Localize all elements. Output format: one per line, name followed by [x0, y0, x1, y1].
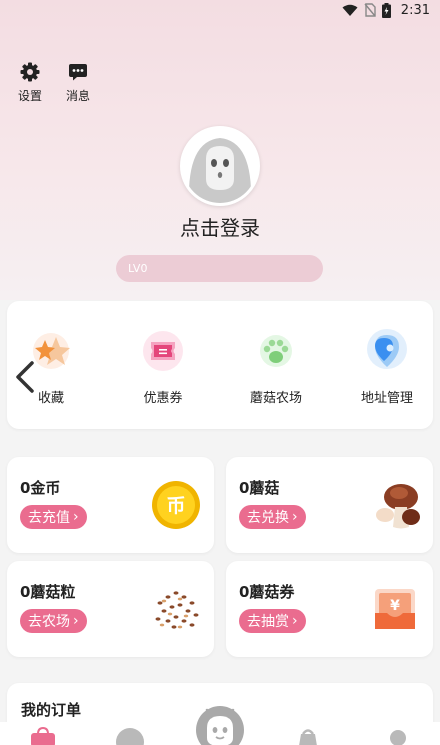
messages-label: 消息	[65, 89, 90, 103]
avatar[interactable]	[180, 126, 260, 206]
no-sim-icon	[364, 3, 376, 17]
chevron-right-icon: ›	[292, 613, 298, 629]
seeds-icon	[155, 591, 199, 629]
gift-icon[interactable]	[292, 726, 324, 745]
farm-button[interactable]: 去农场 ›	[20, 609, 87, 633]
mushrooms-title: 0蘑菇	[239, 479, 280, 497]
vouchers-title: 0蘑菇券	[239, 583, 295, 601]
orders-title: 我的订单	[21, 701, 82, 719]
settings-label: 设置	[17, 89, 42, 103]
shop-bag-icon[interactable]	[27, 726, 59, 745]
status-bar: 2:31	[0, 0, 440, 20]
voucher-symbol: ¥	[390, 598, 400, 614]
settings-button[interactable]: 设置	[14, 62, 46, 104]
menu-label: 收藏	[37, 391, 64, 406]
mascot-icon	[196, 706, 244, 745]
vouchers-card[interactable]: 0蘑菇券 去抽赏 › ¥	[226, 561, 433, 657]
message-icon	[69, 64, 87, 81]
menu-item-farm[interactable]: 蘑菇农场	[226, 329, 326, 406]
lottery-button[interactable]: 去抽赏 ›	[239, 609, 306, 633]
coins-card[interactable]: 0金币 去充值 › 币	[7, 457, 214, 553]
location-pin-icon	[367, 329, 407, 369]
recharge-button[interactable]: 去充值 ›	[20, 505, 87, 529]
lottery-label: 去抽赏	[247, 614, 289, 630]
menu-label: 优惠券	[143, 391, 183, 406]
login-link[interactable]: 点击登录	[0, 212, 440, 241]
chevron-right-icon: ›	[73, 509, 79, 525]
gear-icon	[20, 62, 40, 82]
battery-icon	[381, 2, 391, 18]
menu-label: 蘑菇农场	[249, 391, 302, 406]
menu-item-coupons[interactable]: 优惠券	[113, 329, 213, 406]
mushrooms-card[interactable]: 0蘑菇 去兑换 ›	[226, 457, 433, 553]
mushroom-icon	[376, 484, 420, 529]
level-progress-bar: LV0	[116, 255, 323, 282]
chevron-right-icon: ›	[292, 509, 298, 525]
discover-icon[interactable]	[114, 726, 146, 745]
farm-label: 去农场	[28, 614, 70, 630]
voucher-icon: ¥	[375, 589, 415, 629]
default-avatar-icon	[183, 129, 257, 203]
recharge-label: 去充值	[28, 510, 70, 526]
menu-item-address[interactable]: 地址管理	[337, 329, 437, 406]
paw-icon	[260, 335, 292, 367]
grains-title: 0蘑菇粒	[20, 583, 76, 601]
level-label: LV0	[128, 262, 148, 275]
back-arrow-icon[interactable]	[10, 357, 40, 397]
exchange-label: 去兑换	[247, 510, 289, 526]
coin-icon: 币	[152, 481, 200, 529]
coins-title: 0金币	[20, 479, 61, 497]
messages-button[interactable]: 消息	[62, 62, 94, 104]
coupon-icon	[143, 331, 183, 371]
wifi-icon	[342, 4, 358, 16]
grains-card[interactable]: 0蘑菇粒 去农场 ›	[7, 561, 214, 657]
coin-symbol: 币	[166, 495, 185, 517]
quick-menu-card: 收藏 优惠券 蘑菇农场 地址管理	[7, 301, 433, 429]
menu-label: 地址管理	[360, 391, 413, 406]
exchange-button[interactable]: 去兑换 ›	[239, 505, 306, 529]
profile-icon[interactable]	[382, 726, 414, 745]
center-mascot-button[interactable]	[190, 700, 250, 745]
status-time: 2:31	[400, 2, 430, 18]
chevron-right-icon: ›	[73, 613, 79, 629]
